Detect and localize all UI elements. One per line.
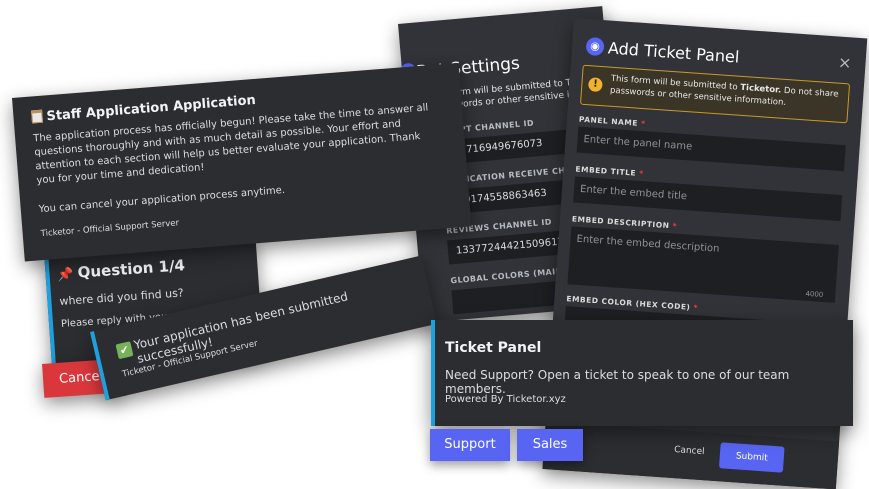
ticket-panel-description: Need Support? Open a ticket to speak to … [445,368,790,396]
warning-banner: ! This form will be submitted to Ticketo… [579,64,851,124]
panel-name-label: PANEL NAME * [578,114,646,129]
embed-footer: Ticketor - Official Support Server [40,218,180,240]
warning-icon: ! [587,77,603,93]
close-icon[interactable]: × [838,53,853,73]
character-counter: 4000 [805,289,824,300]
embed-title-input[interactable]: Enter the embed title [573,176,843,222]
question-title: 📌 Question 1/4 [57,256,186,284]
clipboard-icon [31,109,44,124]
ticket-panel-title: Ticket Panel [445,340,542,356]
sales-button[interactable]: Sales [517,429,583,461]
staff-application-embed: Staff Application Application The applic… [12,62,472,262]
embed-accent-bar [431,320,435,426]
modal-footer: Cancel Submit [542,421,840,489]
cancel-button[interactable]: Cancel [674,445,705,457]
bot-icon: ◉ [585,36,605,57]
warning-text: This form will be submitted to Ticketor.… [609,73,839,108]
embed-footer: Powered By Ticketor.xyz [445,394,566,405]
question-text: where did you find us? [59,286,185,309]
embed-description-textarea[interactable]: Enter the embed description 4000 [567,226,839,303]
check-icon: ✔ [115,341,134,360]
pushpin-icon: 📌 [57,266,75,284]
ticket-panel-embed: Ticket Panel Need Support? Open a ticket… [431,320,853,426]
modal-title: Add Ticket Panel [607,38,740,67]
cancel-note: You can cancel your application process … [38,184,286,216]
submit-button[interactable]: Submit [718,442,785,473]
panel-name-input[interactable]: Enter the panel name [576,126,846,172]
embed-accent-bar [44,251,57,367]
support-button[interactable]: Support [430,429,510,461]
embed-title-label: EMBED TITLE * [575,164,644,179]
